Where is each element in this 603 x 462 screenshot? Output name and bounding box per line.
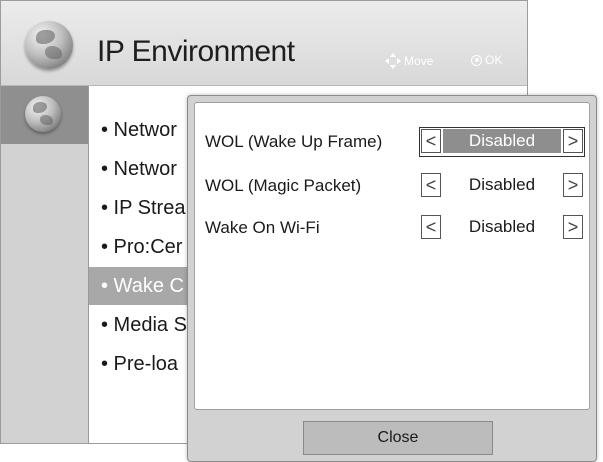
option-row-wol-magic-packet: WOL (Magic Packet) < Disabled >: [195, 169, 591, 203]
option-row-wol-wake-up-frame: WOL (Wake Up Frame) < Disabled >: [195, 125, 591, 159]
option-label: WOL (Wake Up Frame): [205, 132, 383, 151]
move-hint: Move: [385, 53, 433, 69]
option-label: WOL (Magic Packet): [205, 176, 362, 195]
rail-tab-network[interactable]: [1, 86, 88, 144]
side-rail: [1, 86, 89, 443]
chevron-right-icon[interactable]: >: [563, 173, 583, 197]
ok-button-icon: [471, 54, 482, 66]
value-selector[interactable]: < Disabled >: [421, 173, 583, 199]
options-panel: WOL (Wake Up Frame) < Disabled > WOL (Ma…: [194, 102, 590, 410]
window-header: IP Environment Move OK: [1, 1, 527, 86]
dpad-icon: [385, 53, 401, 69]
option-value: Disabled: [443, 129, 561, 153]
ok-hint: OK: [471, 53, 502, 67]
chevron-left-icon[interactable]: <: [421, 215, 441, 239]
option-value: Disabled: [468, 175, 536, 194]
move-hint-label: Move: [404, 54, 434, 68]
value-selector[interactable]: < Disabled >: [421, 215, 583, 241]
wake-options-dialog: WOL (Wake Up Frame) < Disabled > WOL (Ma…: [187, 95, 597, 462]
chevron-left-icon[interactable]: <: [421, 173, 441, 197]
option-value: Disabled: [468, 217, 536, 236]
chevron-right-icon[interactable]: >: [563, 129, 583, 153]
option-row-wake-on-wifi: Wake On Wi-Fi < Disabled >: [195, 211, 591, 245]
ok-hint-label: OK: [485, 53, 503, 67]
chevron-left-icon[interactable]: <: [421, 129, 441, 153]
value-selector[interactable]: < Disabled >: [419, 127, 585, 157]
globe-icon: [25, 21, 73, 69]
option-label: Wake On Wi-Fi: [205, 218, 320, 237]
close-button[interactable]: Close: [303, 421, 493, 455]
globe-icon: [25, 96, 61, 132]
chevron-right-icon[interactable]: >: [563, 215, 583, 239]
page-title: IP Environment: [97, 35, 295, 68]
